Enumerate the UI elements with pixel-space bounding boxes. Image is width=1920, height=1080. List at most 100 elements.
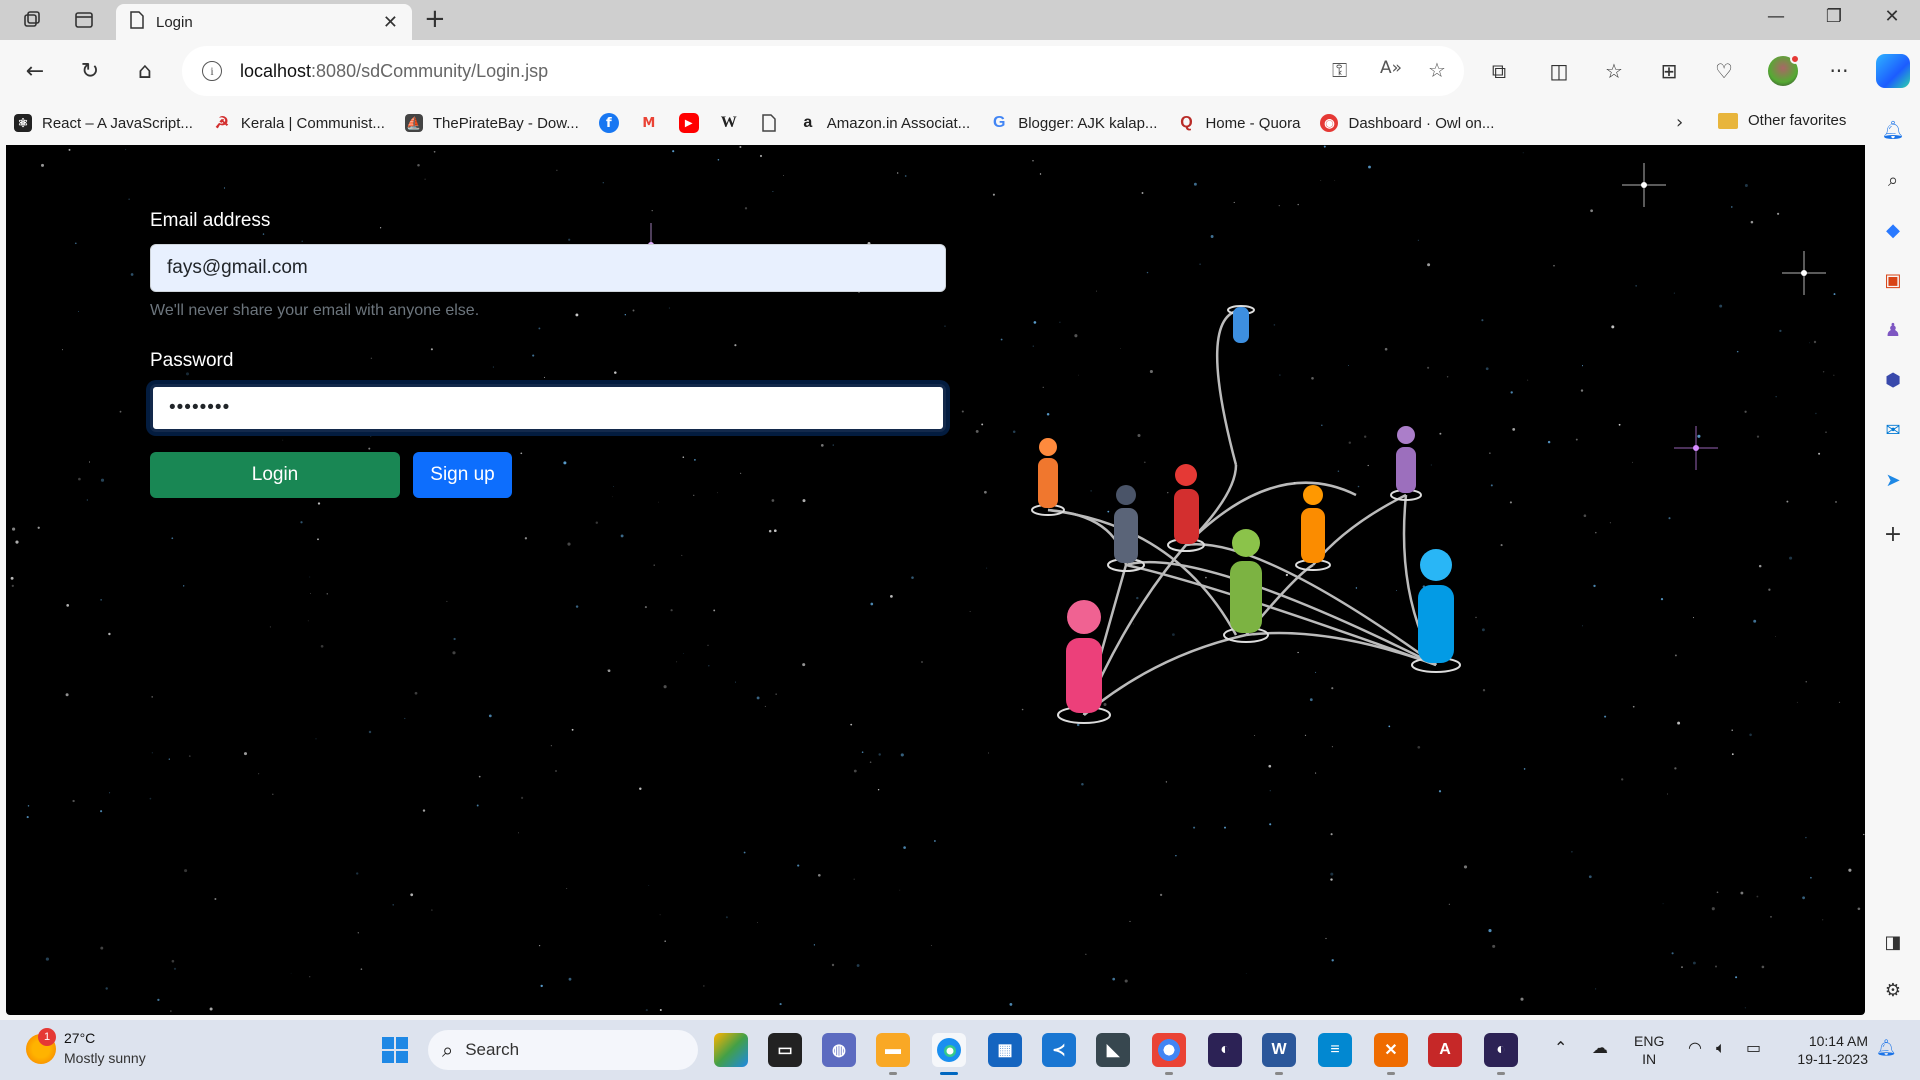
notification-dot: [1790, 54, 1800, 64]
split-screen-icon[interactable]: ◫: [1542, 54, 1576, 88]
eclipse-ee-icon[interactable]: ◐: [1484, 1033, 1518, 1067]
star: [1129, 920, 1131, 922]
microsoft-365-icon[interactable]: ⬢: [1881, 368, 1905, 392]
star: [771, 499, 775, 502]
tools-briefcase-icon[interactable]: ▣: [1881, 268, 1905, 292]
page-icon[interactable]: [759, 113, 779, 133]
refresh-button[interactable]: ↻: [73, 54, 107, 88]
star: [703, 985, 705, 987]
address-bar[interactable]: i localhost:8080/sdCommunity/Login.jsp ⚿…: [182, 46, 1464, 96]
youtube-icon[interactable]: ▶: [678, 113, 699, 133]
taskbar-search[interactable]: ⌕ Search: [428, 1030, 698, 1070]
games-icon[interactable]: ♟: [1881, 318, 1905, 342]
drop-send-icon[interactable]: ➤: [1881, 468, 1905, 492]
teams-chat-icon[interactable]: ◍: [822, 1033, 856, 1067]
notification-bell-icon[interactable]: 🔔︎: [1876, 1038, 1896, 1057]
settings-gear-icon[interactable]: ⚙: [1881, 978, 1905, 1002]
favorite-star-icon[interactable]: ☆: [1428, 58, 1446, 82]
signup-button[interactable]: Sign up: [413, 452, 512, 498]
restore-button[interactable]: ❐: [1814, 6, 1854, 27]
microsoft-store-icon[interactable]: ▦: [988, 1033, 1022, 1067]
language-indicator[interactable]: ENG IN: [1634, 1032, 1664, 1068]
favorites-icon[interactable]: ☆: [1597, 54, 1631, 88]
chevron-right-icon[interactable]: ›: [1676, 112, 1683, 133]
star: [100, 599, 102, 601]
other-favorites-folder[interactable]: Other favorites: [1718, 112, 1846, 129]
eclipse-icon[interactable]: ◐: [1208, 1033, 1242, 1067]
chrome-icon[interactable]: [1152, 1033, 1186, 1067]
copilot-icon[interactable]: [1876, 54, 1910, 88]
acrobat-icon[interactable]: A: [1428, 1033, 1462, 1067]
extensions-icon[interactable]: ⧉: [1482, 54, 1516, 88]
star: [1039, 173, 1042, 175]
shopping-tag-icon[interactable]: ◆: [1881, 218, 1905, 242]
notification-bell-icon[interactable]: 🔔︎: [1881, 118, 1905, 142]
login-button[interactable]: Login: [150, 452, 400, 498]
word-icon[interactable]: W: [1262, 1033, 1296, 1067]
home-button[interactable]: ⌂: [128, 54, 162, 88]
star: [602, 182, 604, 184]
email-help-text: We'll never share your email with anyone…: [150, 302, 480, 319]
windows-start-icon[interactable]: [378, 1033, 412, 1067]
star: [653, 564, 655, 566]
language-code: ENG: [1634, 1033, 1665, 1049]
bookmark-label: Amazon.in Associat...: [826, 114, 971, 132]
star: [124, 148, 127, 151]
vscode-icon[interactable]: ≺: [1042, 1033, 1076, 1067]
bookmark-owl[interactable]: ◉ Dashboard · Owl on...: [1320, 114, 1494, 132]
gmail-icon[interactable]: M: [639, 113, 659, 133]
chevron-up-icon[interactable]: ⌃: [1554, 1038, 1567, 1057]
star: [1604, 715, 1607, 718]
new-tab-button[interactable]: +: [424, 6, 446, 32]
star: [861, 751, 864, 754]
wifi-icon[interactable]: ◠: [1688, 1038, 1702, 1057]
facebook-icon[interactable]: f: [598, 113, 619, 133]
edge-browser-icon[interactable]: [932, 1033, 966, 1067]
wikipedia-icon[interactable]: W: [719, 113, 739, 133]
hide-sidebar-icon[interactable]: ◨: [1881, 930, 1905, 954]
volume-icon[interactable]: 🔈︎: [1716, 1038, 1726, 1058]
tab-login[interactable]: Login ✕: [116, 4, 412, 40]
bookmark-quora[interactable]: Q Home - Quora: [1177, 114, 1300, 132]
mysql-workbench-icon[interactable]: ◣: [1096, 1033, 1130, 1067]
edge-sidebar: 🔔︎ ⌕ ◆ ▣ ♟ ⬢ ✉ ➤ + ◨ ⚙: [1866, 102, 1920, 1015]
bookmark-piratebay[interactable]: ⛵ ThePirateBay - Dow...: [404, 114, 579, 132]
close-tab-icon[interactable]: ✕: [383, 12, 398, 33]
more-menu-icon[interactable]: ···: [1822, 54, 1856, 88]
password-key-icon[interactable]: ⚿: [1332, 58, 1347, 82]
task-view-icon[interactable]: ▭: [768, 1033, 802, 1067]
outlook-icon[interactable]: ✉: [1881, 418, 1905, 442]
add-app-icon[interactable]: +: [1881, 522, 1905, 547]
vertical-tabs-icon[interactable]: [72, 8, 96, 32]
email-field[interactable]: fays@gmail.com: [150, 244, 946, 292]
copilot-preview-icon[interactable]: [714, 1033, 748, 1067]
bookmark-label: Home - Quora: [1205, 114, 1301, 132]
xampp-icon[interactable]: ✕: [1374, 1033, 1408, 1067]
collections-icon[interactable]: ⊞: [1652, 54, 1686, 88]
bookmark-amazon[interactable]: a Amazon.in Associat...: [799, 114, 970, 132]
onedrive-icon[interactable]: ☁: [1592, 1038, 1608, 1057]
bookmark-blogger[interactable]: G Blogger: AJK kalap...: [990, 114, 1157, 132]
bookmark-react[interactable]: ⚛ React – A JavaScript...: [14, 114, 193, 132]
read-aloud-icon[interactable]: A»: [1380, 58, 1402, 78]
star: [1595, 531, 1597, 534]
star: [878, 753, 881, 756]
back-button[interactable]: ←: [18, 54, 52, 88]
search-icon[interactable]: ⌕: [1881, 168, 1905, 192]
browser-essentials-icon[interactable]: ♡: [1707, 54, 1741, 88]
close-window-button[interactable]: ✕: [1872, 6, 1912, 27]
star: [171, 959, 175, 963]
star: [424, 178, 426, 180]
battery-icon[interactable]: ▭: [1746, 1038, 1761, 1057]
star: [168, 758, 170, 760]
workspaces-icon[interactable]: [20, 8, 44, 32]
quora-icon: Q: [1180, 114, 1193, 131]
bookmark-kerala[interactable]: ☭ Kerala | Communist...: [213, 114, 385, 133]
minimize-button[interactable]: —: [1756, 6, 1796, 27]
site-info-icon[interactable]: i: [202, 61, 222, 81]
notepad-icon[interactable]: ≡: [1318, 1033, 1352, 1067]
system-clock[interactable]: 10:14 AM 19-11-2023: [1784, 1032, 1868, 1068]
password-field[interactable]: ••••••••: [150, 384, 946, 432]
file-explorer-icon[interactable]: ▬: [876, 1033, 910, 1067]
star: [757, 922, 758, 923]
